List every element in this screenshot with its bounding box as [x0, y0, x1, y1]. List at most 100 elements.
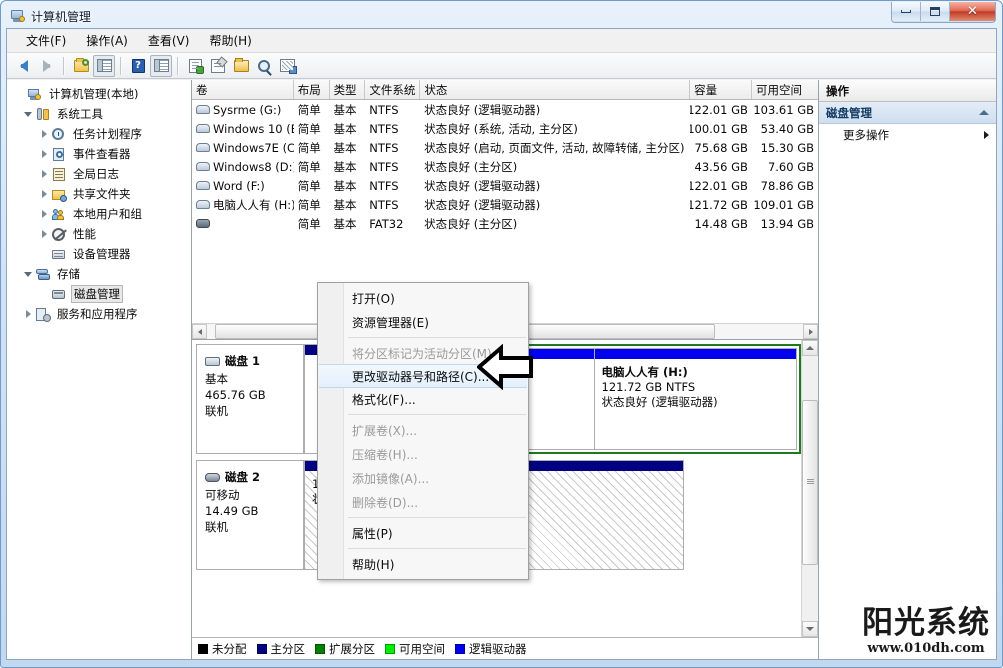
tree-item-shared-folders[interactable]: 共享文件夹 [11, 184, 191, 204]
actions-section-disk-management[interactable]: 磁盘管理 [819, 102, 996, 124]
expander-closed-icon[interactable] [37, 130, 51, 138]
context-menu-item-format[interactable]: 格式化(F)... [318, 387, 528, 411]
cell-filesystem: FAT32 [369, 216, 404, 231]
table-row[interactable]: Windows 10 (E:) 简单 基本 NTFS 状态良好 (系统, 活动,… [192, 119, 818, 138]
legend-swatch [455, 643, 465, 654]
tree-label: 磁盘管理 [71, 285, 123, 303]
scroll-down-button[interactable] [802, 621, 818, 637]
cell-capacity: 122.01 GB [690, 102, 748, 117]
tree-item-disk-management[interactable]: 磁盘管理 [11, 284, 191, 304]
context-menu-separator [348, 337, 526, 338]
expander-closed-icon[interactable] [37, 170, 51, 178]
menu-file[interactable]: 文件(F) [17, 29, 75, 52]
tree-item-device-manager[interactable]: 设备管理器 [11, 244, 191, 264]
minimize-button[interactable] [892, 2, 921, 21]
drive-icon [196, 105, 210, 114]
chevron-right-icon[interactable] [984, 131, 989, 139]
scroll-up-button[interactable] [802, 340, 818, 356]
disk-size: 14.49 GB [205, 504, 259, 518]
up-folder-icon[interactable] [70, 55, 92, 77]
expander-closed-icon[interactable] [37, 230, 51, 238]
table-row[interactable]: Sysrme (G:) 简单 基本 NTFS 状态良好 (逻辑驱动器) 122.… [192, 100, 818, 119]
disk-info-panel[interactable]: 磁盘 2 可移动 14.49 GB 联机 [196, 460, 304, 570]
context-menu-separator [348, 548, 526, 549]
help-icon[interactable]: ? [127, 55, 149, 77]
disk-info-panel[interactable]: 磁盘 1 基本 465.76 GB 联机 [196, 344, 304, 454]
computer-icon [27, 87, 43, 102]
cell-type: 基本 [333, 197, 357, 212]
maximize-button[interactable] [921, 2, 950, 21]
menu-bar: 文件(F) 操作(A) 查看(V) 帮助(H) [7, 29, 996, 53]
column-header-filesystem[interactable]: 文件系统 [365, 80, 421, 99]
context-menu-item-mark-active: 将分区标记为活动分区(M) [352, 346, 492, 361]
action-more-actions[interactable]: 更多操作 [819, 124, 996, 146]
open-icon[interactable] [230, 55, 252, 77]
context-menu-item-delete-volume: 删除卷(D)... [352, 495, 419, 510]
context-menu-item-open[interactable]: 打开(O) [318, 286, 528, 310]
context-menu-item-change-drive-letter[interactable]: 更改驱动器号和路径(C)... [319, 364, 527, 388]
table-row[interactable]: Windows8 (D:) 简单 基本 NTFS 状态良好 (主分区) 43.5… [192, 157, 818, 176]
volume-list: 卷 布局 类型 文件系统 状态 容量 可用空间 Sysrme (G:) 简单 基… [192, 80, 818, 233]
back-icon[interactable] [13, 55, 35, 77]
tree-item-local-users-groups[interactable]: 本地用户和组 [11, 204, 191, 224]
expander-closed-icon[interactable] [37, 210, 51, 218]
tree-item-services-applications[interactable]: 服务和应用程序 [11, 304, 191, 324]
refresh-icon[interactable] [184, 55, 206, 77]
disk-name: 磁盘 1 [225, 354, 261, 368]
column-header-capacity[interactable]: 容量 [690, 80, 752, 99]
cell-status: 状态良好 (主分区) [424, 159, 518, 174]
column-header-layout[interactable]: 布局 [294, 80, 330, 99]
cell-type: 基本 [333, 121, 357, 136]
partition-logical-h[interactable]: 电脑人人有 (H:) 121.72 GB NTFS 状态良好 (逻辑驱动器) [593, 348, 797, 450]
expander-open-icon[interactable] [21, 111, 35, 117]
expander-closed-icon[interactable] [21, 310, 35, 318]
users-icon [51, 207, 67, 222]
show-console-tree-icon[interactable] [93, 54, 115, 77]
show-action-pane-icon[interactable] [150, 54, 172, 77]
column-header-free-space[interactable]: 可用空间 [752, 80, 818, 99]
cell-layout: 简单 [297, 216, 321, 231]
rescan-disks-icon[interactable] [276, 55, 298, 77]
context-menu-item-help[interactable]: 帮助(H) [318, 552, 528, 576]
context-menu-item-explorer[interactable]: 资源管理器(E) [318, 310, 528, 334]
tree-item-computer-management[interactable]: 计算机管理(本地) [11, 84, 191, 104]
tree-label: 任务计划程序 [73, 127, 142, 141]
table-row[interactable]: Windows7E (C:) 简单 基本 NTFS 状态良好 (启动, 页面文件… [192, 138, 818, 157]
close-button[interactable]: ✕ [950, 2, 995, 21]
expander-open-icon[interactable] [21, 271, 35, 277]
expander-closed-icon[interactable] [37, 150, 51, 158]
column-header-volume[interactable]: 卷 [192, 80, 294, 99]
tree-label: 系统工具 [57, 107, 103, 121]
tree-item-storage[interactable]: 存储 [11, 264, 191, 284]
cell-filesystem: NTFS [369, 140, 399, 155]
context-menu-separator [348, 517, 526, 518]
tree-item-global-logs[interactable]: 全局日志 [11, 164, 191, 184]
table-row[interactable]: Word (F:) 简单 基本 NTFS 状态良好 (逻辑驱动器) 122.01… [192, 176, 818, 195]
cell-capacity: 75.68 GB [694, 140, 748, 155]
cell-capacity: 121.72 GB [690, 197, 748, 212]
drive-icon [196, 162, 210, 171]
title-bar: 计算机管理 ✕ [6, 2, 997, 28]
scroll-left-button[interactable] [192, 324, 207, 339]
tree-item-system-tools[interactable]: 系统工具 [11, 104, 191, 124]
context-menu-item-properties[interactable]: 属性(P) [318, 521, 528, 545]
tree-item-task-scheduler[interactable]: 任务计划程序 [11, 124, 191, 144]
column-header-type[interactable]: 类型 [330, 80, 366, 99]
properties-icon[interactable] [207, 55, 229, 77]
scroll-thumb[interactable] [802, 400, 818, 565]
table-row[interactable]: 电脑人人有 (H:) 简单 基本 NTFS 状态良好 (逻辑驱动器) 121.7… [192, 195, 818, 214]
expander-closed-icon[interactable] [37, 190, 51, 198]
tree-item-event-viewer[interactable]: 事件查看器 [11, 144, 191, 164]
menu-view[interactable]: 查看(V) [139, 29, 199, 52]
forward-icon[interactable] [36, 55, 58, 77]
graphical-view-vertical-scrollbar[interactable] [801, 340, 818, 637]
query-icon[interactable] [253, 55, 275, 77]
column-header-status[interactable]: 状态 [420, 80, 691, 99]
menu-action[interactable]: 操作(A) [77, 29, 137, 52]
chevron-up-icon[interactable] [979, 110, 989, 115]
table-row[interactable]: 简单 基本 FAT32 状态良好 (主分区) 14.48 GB 13.94 GB [192, 214, 818, 233]
tree-item-performance[interactable]: 性能 [11, 224, 191, 244]
scroll-right-button[interactable] [803, 324, 818, 339]
menu-help[interactable]: 帮助(H) [200, 29, 260, 52]
storage-icon [35, 267, 51, 282]
